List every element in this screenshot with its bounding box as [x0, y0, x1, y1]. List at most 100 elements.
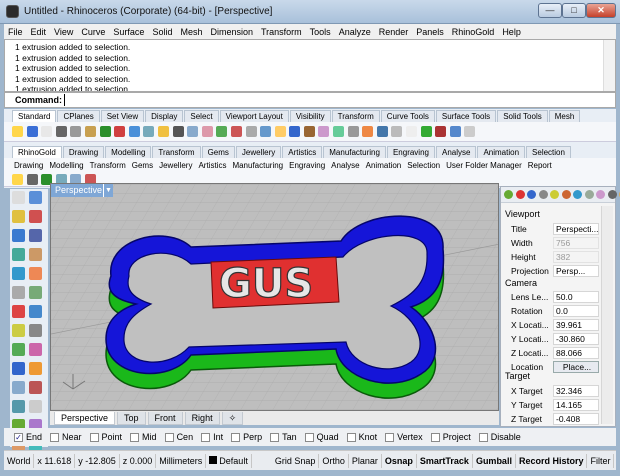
- rhinogold-button-analyse[interactable]: Analyse: [331, 161, 359, 170]
- rhinogold-tab-drawing[interactable]: Drawing: [62, 146, 105, 158]
- rhino-app-icon[interactable]: [6, 5, 19, 18]
- planar-toggle[interactable]: Planar: [349, 453, 382, 468]
- rhinogold-button-report[interactable]: Report: [528, 161, 552, 170]
- lights-icon[interactable]: [550, 190, 559, 199]
- tab-transform[interactable]: Transform: [331, 110, 380, 122]
- units-status[interactable]: Millimeters: [156, 453, 207, 468]
- ortho-toggle[interactable]: Ortho: [319, 453, 349, 468]
- osnap-point-checkbox[interactable]: [89, 432, 99, 442]
- cylinder-icon[interactable]: [29, 305, 42, 318]
- menu-mesh[interactable]: Mesh: [176, 27, 206, 37]
- osnap-point[interactable]: Point: [89, 432, 122, 442]
- minimize-button[interactable]: —: [538, 3, 562, 18]
- menu-help[interactable]: Help: [498, 27, 525, 37]
- grid-snap-toggle[interactable]: Grid Snap: [272, 453, 320, 468]
- zoom-selected-icon[interactable]: [216, 126, 228, 137]
- rhinogold-tab-modelling[interactable]: Modelling: [105, 146, 152, 158]
- render-icon[interactable]: [573, 190, 582, 199]
- cplane-status[interactable]: World: [4, 453, 35, 468]
- layers-icon[interactable]: [515, 190, 525, 199]
- osnap-end[interactable]: ✓ End: [14, 432, 42, 442]
- menu-solid[interactable]: Solid: [148, 27, 176, 37]
- tab-surface-tools[interactable]: Surface Tools: [435, 110, 497, 122]
- gumball-toggle[interactable]: Gumball: [473, 453, 516, 468]
- viewport-tab-right[interactable]: Right: [184, 412, 220, 425]
- osnap-project-checkbox[interactable]: [430, 432, 440, 442]
- rhinogold-button-manufacturing[interactable]: Manufacturing: [232, 161, 283, 170]
- light-icon[interactable]: [347, 126, 359, 137]
- rhinogold-tab-jewellery[interactable]: Jewellery: [235, 146, 282, 158]
- rhinogold-tab-selection[interactable]: Selection: [526, 146, 571, 158]
- line-icon[interactable]: [12, 210, 25, 223]
- osnap-quad[interactable]: Quad: [304, 432, 339, 442]
- tab-curve-tools[interactable]: Curve Tools: [380, 110, 435, 122]
- rhinogold-tab-manufacturing[interactable]: Manufacturing: [323, 146, 386, 158]
- options-icon[interactable]: [449, 126, 461, 137]
- rhinogold-tab-animation[interactable]: Animation: [477, 146, 526, 158]
- osnap-quad-checkbox[interactable]: [304, 432, 314, 442]
- viewport-tab-perspective[interactable]: Perspective: [54, 412, 116, 425]
- osnap-cen-checkbox[interactable]: [164, 432, 174, 442]
- menu-surface[interactable]: Surface: [109, 27, 148, 37]
- sphere-icon[interactable]: [12, 305, 25, 318]
- boolean-icon[interactable]: [12, 343, 25, 356]
- rhinogold-tab-rhinogold[interactable]: RhinoGold: [12, 146, 62, 158]
- texture-icon[interactable]: [435, 126, 447, 137]
- rhinogold-button-artistics[interactable]: Artistics: [198, 161, 226, 170]
- rhinogold-button-user-folder-manager[interactable]: User Folder Manager: [446, 161, 522, 170]
- menu-render[interactable]: Render: [375, 27, 413, 37]
- move-icon[interactable]: [12, 400, 25, 413]
- osnap-cen[interactable]: Cen: [164, 432, 193, 442]
- ellipse-icon[interactable]: [29, 267, 42, 280]
- menu-analyze[interactable]: Analyze: [335, 27, 375, 37]
- menu-panels[interactable]: Panels: [412, 27, 448, 37]
- rhinogold-tab-engraving[interactable]: Engraving: [386, 146, 435, 158]
- point-icon[interactable]: [29, 191, 42, 204]
- curve-icon[interactable]: [12, 229, 25, 242]
- properties-icon[interactable]: [406, 126, 418, 137]
- new-viewport-tab[interactable]: ✧: [221, 412, 244, 425]
- menu-view[interactable]: View: [50, 27, 77, 37]
- open-icon[interactable]: [26, 126, 38, 137]
- pan-icon[interactable]: [143, 126, 155, 137]
- point-icon[interactable]: [260, 126, 272, 137]
- arc-icon[interactable]: [29, 229, 42, 242]
- menu-edit[interactable]: Edit: [27, 27, 51, 37]
- tab-solid-tools[interactable]: Solid Tools: [497, 110, 548, 122]
- menu-transform[interactable]: Transform: [257, 27, 306, 37]
- history-scrollbar[interactable]: [603, 40, 615, 91]
- viewport-title[interactable]: Perspective: [51, 184, 107, 197]
- four-viewports-icon[interactable]: [230, 126, 242, 137]
- osnap-mid[interactable]: Mid: [130, 432, 157, 442]
- rhinogold-button-drawing[interactable]: Drawing: [14, 161, 43, 170]
- help-icon[interactable]: [538, 190, 548, 199]
- rhinogold-button-transform[interactable]: Transform: [90, 161, 126, 170]
- zoom-window-icon[interactable]: [201, 126, 213, 137]
- y-target-row-value[interactable]: 14.165: [553, 398, 599, 411]
- cut-icon[interactable]: [84, 126, 96, 137]
- osnap-near[interactable]: Near: [50, 432, 82, 442]
- menu-curve[interactable]: Curve: [77, 27, 109, 37]
- viewport-canvas[interactable]: GUS: [51, 184, 499, 411]
- tab-mesh[interactable]: Mesh: [548, 110, 581, 122]
- osnap-disable-checkbox[interactable]: [478, 432, 488, 442]
- command-input[interactable]: [64, 94, 604, 106]
- grid-icon[interactable]: [607, 190, 617, 199]
- tab-standard[interactable]: Standard: [12, 110, 57, 122]
- undo-icon[interactable]: [128, 126, 140, 137]
- tab-cplanes[interactable]: CPlanes: [57, 110, 100, 122]
- menu-file[interactable]: File: [4, 27, 27, 37]
- layer-icon[interactable]: [333, 126, 345, 137]
- texture-icon[interactable]: [596, 190, 605, 199]
- z-target-row-value[interactable]: -0.408: [553, 412, 599, 425]
- fillet-icon[interactable]: [29, 343, 42, 356]
- polygon-icon[interactable]: [12, 267, 25, 280]
- import-icon[interactable]: [70, 126, 82, 137]
- y-location-row-value[interactable]: -30.860: [553, 332, 599, 345]
- viewport-tab-top[interactable]: Top: [117, 412, 146, 425]
- rotation-row-value[interactable]: 0.0: [553, 304, 599, 317]
- materials-icon[interactable]: [561, 190, 571, 199]
- x-target-row-value[interactable]: 32.346: [553, 384, 599, 397]
- zoom-extents-icon[interactable]: [187, 126, 199, 137]
- panel-scrollbar[interactable]: [601, 206, 613, 424]
